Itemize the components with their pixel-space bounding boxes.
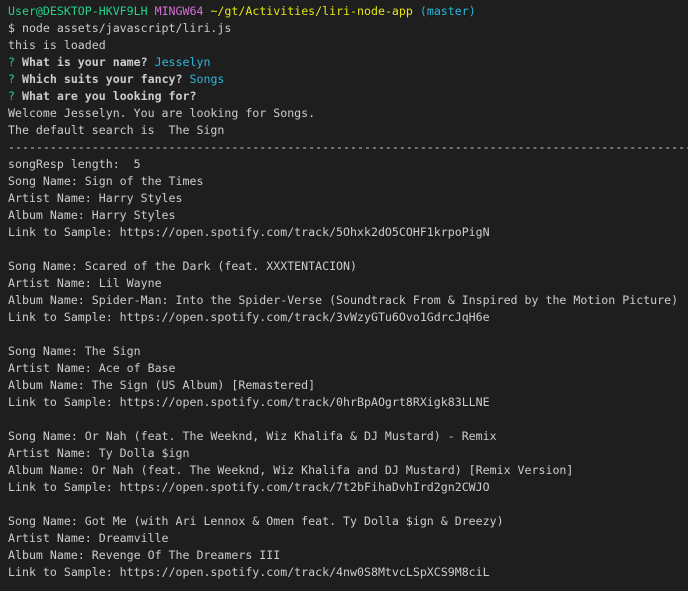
- terminal-text: Jesselyn: [154, 55, 211, 69]
- terminal-text: Song Name: Sign of the Times: [8, 174, 204, 188]
- terminal-text: MINGW64: [154, 4, 204, 18]
- terminal-text: Link to Sample: https://open.spotify.com…: [8, 310, 490, 324]
- terminal-line: Album Name: Or Nah (feat. The Weeknd, Wi…: [8, 462, 688, 479]
- terminal-text: Album Name: Harry Styles: [8, 208, 176, 222]
- terminal-line: Album Name: Spider-Man: Into the Spider-…: [8, 292, 688, 309]
- terminal-line: ----------------------------------------…: [8, 139, 688, 156]
- terminal-text: The default search is The Sign: [8, 123, 225, 137]
- terminal-line: this is loaded: [8, 37, 688, 54]
- terminal-text: Album Name: Revenge Of The Dreamers III: [8, 548, 281, 562]
- terminal-line: Song Name: Scared of the Dark (feat. XXX…: [8, 258, 688, 275]
- terminal-text: ?: [8, 72, 22, 86]
- terminal-text: Album Name: Or Nah (feat. The Weeknd, Wi…: [8, 463, 574, 477]
- terminal-text: Artist Name: Ace of Base: [8, 361, 176, 375]
- terminal-line: Artist Name: Ace of Base: [8, 360, 688, 377]
- terminal-line: The default search is The Sign: [8, 122, 688, 139]
- terminal-text: Artist Name: Harry Styles: [8, 191, 183, 205]
- terminal-line: $ node assets/javascript/liri.js: [8, 20, 688, 37]
- terminal-line: Artist Name: Dreamville: [8, 530, 688, 547]
- terminal-line: User@DESKTOP-HKVF9LH MINGW64 ~/gt/Activi…: [8, 3, 688, 20]
- terminal-text: (master): [419, 4, 476, 18]
- terminal-text: Song Name: Scared of the Dark (feat. XXX…: [8, 259, 358, 273]
- terminal-text: Link to Sample: https://open.spotify.com…: [8, 395, 490, 409]
- terminal-line: Link to Sample: https://open.spotify.com…: [8, 224, 688, 241]
- terminal-line: Link to Sample: https://open.spotify.com…: [8, 394, 688, 411]
- terminal-line: Welcome Jesselyn. You are looking for So…: [8, 105, 688, 122]
- terminal-text: What is your name?: [21, 55, 155, 69]
- terminal-text: Artist Name: Lil Wayne: [8, 276, 162, 290]
- terminal-line: Artist Name: Harry Styles: [8, 190, 688, 207]
- terminal-text: Songs: [189, 72, 225, 86]
- terminal-text: Welcome Jesselyn. You are looking for So…: [8, 106, 316, 120]
- terminal-text: User@DESKTOP-HKVF9LH: [8, 4, 148, 18]
- terminal-text: Link to Sample: https://open.spotify.com…: [8, 480, 490, 494]
- terminal-text: Which suits your fancy?: [21, 72, 190, 86]
- terminal-line: Song Name: Got Me (with Ari Lennox & Ome…: [8, 513, 688, 530]
- terminal-line: Song Name: Sign of the Times: [8, 173, 688, 190]
- terminal-text: this is loaded: [8, 38, 106, 52]
- terminal-output[interactable]: User@DESKTOP-HKVF9LH MINGW64 ~/gt/Activi…: [0, 0, 688, 581]
- terminal-line: ? What is your name? Jesselyn: [8, 54, 688, 71]
- terminal-text: ?: [8, 89, 22, 103]
- terminal-text: Link to Sample: https://open.spotify.com…: [8, 225, 490, 239]
- terminal-text: Album Name: Spider-Man: Into the Spider-…: [8, 293, 679, 307]
- terminal-line: Album Name: Harry Styles: [8, 207, 688, 224]
- terminal-line: Album Name: The Sign (US Album) [Remaste…: [8, 377, 688, 394]
- terminal-text: Artist Name: Ty Dolla $ign: [8, 446, 190, 460]
- terminal-line: ? Which suits your fancy? Songs: [8, 71, 688, 88]
- terminal-text: Album Name: The Sign (US Album) [Remaste…: [8, 378, 316, 392]
- terminal-line: Song Name: Or Nah (feat. The Weeknd, Wiz…: [8, 428, 688, 445]
- terminal-line: Artist Name: Lil Wayne: [8, 275, 688, 292]
- terminal-text: Song Name: Got Me (with Ari Lennox & Ome…: [8, 514, 504, 528]
- terminal-line: Link to Sample: https://open.spotify.com…: [8, 309, 688, 326]
- terminal-line: ? What are you looking for?: [8, 88, 688, 105]
- terminal-text: songResp length: 5: [8, 157, 141, 171]
- terminal-text: ~/gt/Activities/liri-node-app: [210, 4, 413, 18]
- terminal-text: ?: [8, 55, 22, 69]
- terminal-text: What are you looking for?: [21, 89, 197, 103]
- terminal-line: Link to Sample: https://open.spotify.com…: [8, 564, 688, 581]
- terminal-line: Artist Name: Ty Dolla $ign: [8, 445, 688, 462]
- terminal-text: Song Name: The Sign: [8, 344, 141, 358]
- terminal-text: Song Name: Or Nah (feat. The Weeknd, Wiz…: [8, 429, 497, 443]
- terminal-line: songResp length: 5: [8, 156, 688, 173]
- separator-line: ----------------------------------------…: [8, 140, 688, 154]
- terminal-text: $ node assets/javascript/liri.js: [8, 21, 232, 35]
- terminal-line: Album Name: Revenge Of The Dreamers III: [8, 547, 688, 564]
- terminal-line: Link to Sample: https://open.spotify.com…: [8, 479, 688, 496]
- terminal-text: Artist Name: Dreamville: [8, 531, 169, 545]
- terminal-line: Song Name: The Sign: [8, 343, 688, 360]
- terminal-text: Link to Sample: https://open.spotify.com…: [8, 565, 490, 579]
